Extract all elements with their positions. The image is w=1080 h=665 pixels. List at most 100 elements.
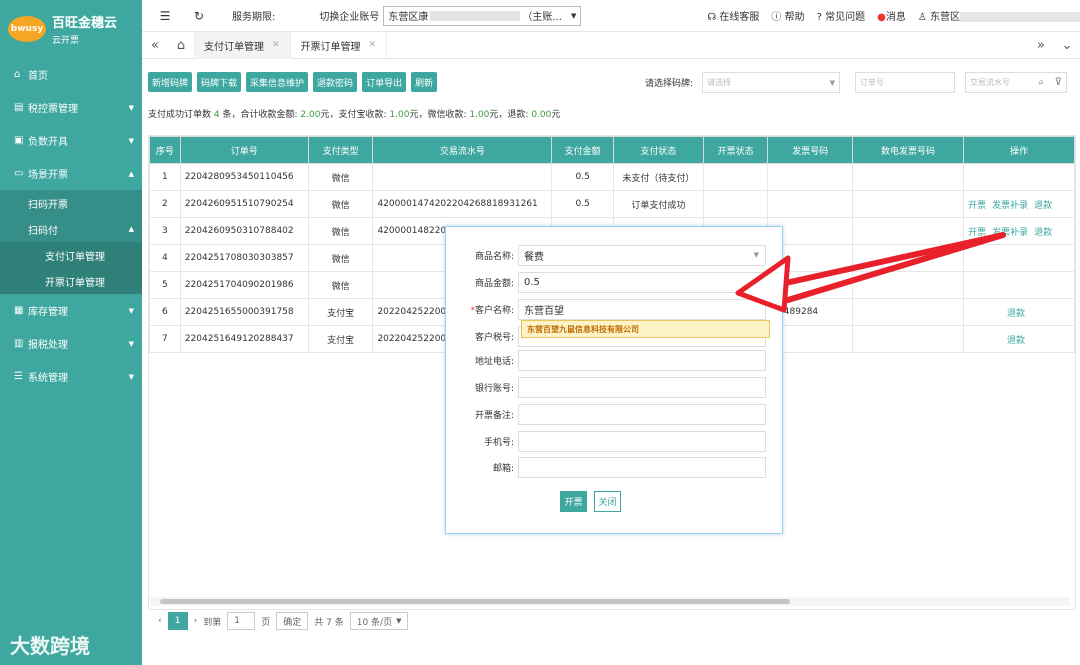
form-label: 客户税号: (446, 330, 518, 343)
form-label: 手机号: (446, 435, 518, 448)
sidebar-sub-scan-invoice[interactable]: 扫码开票 (0, 190, 142, 216)
serial-number-input[interactable]: 交易流水号 ⌕ ⊽ (965, 72, 1067, 93)
messages-label: 消息 (885, 12, 906, 23)
search-icon[interactable]: ⌕ (1038, 77, 1044, 88)
online-service-link[interactable]: ☊ 在线客服 (707, 8, 759, 23)
faq-label: 常见问题 (825, 12, 866, 23)
serial-number-placeholder: 交易流水号 (970, 78, 1010, 87)
ledger-icon: ▤ (14, 102, 24, 113)
page-input[interactable]: 1 (227, 612, 256, 630)
tabs-scroll-right-icon[interactable]: » (1028, 38, 1054, 53)
horizontal-scrollbar[interactable] (160, 599, 790, 604)
order-number-input[interactable]: 订单号 (855, 72, 955, 93)
logo: bwusy 百旺金穗云 云开票 (0, 0, 142, 58)
download-qr-button[interactable]: 码牌下载 (197, 72, 242, 92)
chevron-down-icon: ▼ (753, 251, 759, 259)
service-period-label: 服务期限: (232, 12, 276, 23)
redacted-text (430, 10, 521, 21)
sidebar-item-tax-ledger[interactable]: ▤ 税控票管理 ▼ (0, 91, 142, 124)
sidebar-sub-payment-orders[interactable]: 支付订单管理 (0, 242, 142, 268)
switch-account-label: 切换企业账号 (319, 12, 380, 23)
table-row[interactable]: 1 2204280953450110456 微信 0.5 未支付（待支付） (149, 163, 1075, 191)
row-action-link[interactable]: 退款 (1034, 201, 1052, 211)
page-size-select[interactable]: 10 条/页 ▼ (349, 612, 409, 630)
form-input[interactable] (518, 349, 766, 371)
form-input[interactable] (518, 376, 766, 398)
cell-serial (372, 163, 553, 191)
sidebar-sub-label: 扫码开票 (28, 199, 68, 211)
form-label: *客户名称: (446, 303, 518, 316)
sidebar-item-home[interactable]: ⌂ 首页 (0, 58, 142, 91)
form-row: 商品金额: 0.5 (446, 271, 784, 293)
close-icon[interactable]: ✕ (369, 40, 377, 50)
export-orders-button[interactable]: 订单导出 (362, 72, 407, 92)
form-input[interactable] (518, 456, 766, 478)
form-input[interactable] (518, 430, 766, 452)
sidebar-sub-invoice-orders[interactable]: 开票订单管理 (0, 268, 142, 294)
sidebar-item-negative-invoice[interactable]: ▣ 负数开具 ▼ (0, 124, 142, 157)
row-action-link[interactable]: 发票补录 (992, 228, 1028, 238)
filter-icon[interactable]: ⊽ (1055, 77, 1062, 88)
cell-digital-no (852, 271, 965, 299)
tab-invoice-orders[interactable]: 开票订单管理 ✕ (291, 31, 388, 59)
row-action-link[interactable]: 退款 (1034, 228, 1052, 238)
row-action-link[interactable]: 发票补录 (992, 201, 1028, 211)
account-select[interactable]: 东营区康 （主账... ▼ (383, 5, 582, 26)
form-row: 开票备注: (446, 403, 784, 425)
cell-no: 3 (149, 217, 181, 245)
row-action-link[interactable]: 开票 (968, 201, 986, 211)
help-link[interactable]: ⓘ 帮助 (771, 8, 804, 23)
qr-select[interactable]: 请选择 ▼ (702, 72, 840, 93)
form-input[interactable] (518, 403, 766, 425)
messages-link[interactable]: ●消息 (877, 8, 906, 23)
add-qr-button[interactable]: 新增码牌 (148, 72, 193, 92)
row-action-link[interactable]: 退款 (1007, 309, 1025, 319)
sidebar-item-system[interactable]: ☰ 系统管理 ▼ (0, 360, 142, 393)
close-icon[interactable]: ✕ (272, 40, 280, 50)
issue-invoice-button[interactable]: 开票 (560, 491, 587, 512)
app-title: 百旺金穗云 (52, 16, 118, 31)
sidebar-sub-scan-pay[interactable]: 扫码付 ▲ (0, 216, 142, 242)
tabs-menu-icon[interactable]: ⌄ (1054, 38, 1080, 53)
refresh-button[interactable]: 刷新 (411, 72, 438, 92)
faq-link[interactable]: ? 常见问题 (817, 8, 866, 23)
summary-wechat: 1.00 (469, 110, 490, 120)
product-name-select[interactable]: 餐费 ▼ (518, 244, 766, 266)
sidebar-item-scene-invoice[interactable]: ▭ 场景开票 ▲ (0, 157, 142, 190)
watermark: 大数跨境 (10, 630, 90, 659)
home-tab-icon[interactable]: ⌂ (168, 38, 194, 53)
close-dialog-button[interactable]: 关闭 (594, 491, 621, 512)
confirm-page-button[interactable]: 确定 (276, 612, 309, 630)
customer-name-suggestion[interactable]: 东营百望九鼠信息科技有限公司 (521, 320, 770, 338)
page-number-current[interactable]: 1 (167, 612, 188, 630)
form-label-text: 商品金额: (474, 278, 514, 289)
cell-digital-no (852, 190, 965, 218)
next-page-icon[interactable]: › (194, 616, 198, 626)
cell-type: 微信 (307, 163, 374, 191)
sidebar-item-tax-filing[interactable]: ▥ 报税处理 ▼ (0, 327, 142, 360)
cell-amount: 0.5 (551, 190, 614, 218)
chevron-down-icon: ▼ (128, 339, 134, 348)
row-action-link[interactable]: 退款 (1007, 336, 1025, 346)
refund-password-button[interactable]: 退款密码 (313, 72, 358, 92)
tabs-scroll-left-icon[interactable]: « (142, 38, 168, 53)
table-row[interactable]: 2 2204260951510790254 微信 420000147420220426… (149, 190, 1075, 218)
form-input[interactable]: 东营百望 (518, 298, 766, 320)
menu-fold-icon[interactable]: ☰ (154, 9, 176, 23)
form-input[interactable]: 0.5 (518, 271, 766, 293)
chevron-up-icon: ▲ (128, 169, 134, 178)
prev-page-icon[interactable]: ‹ (158, 616, 162, 626)
column-header: 序号 (149, 136, 181, 164)
user-menu[interactable]: ♙ 东营区 (918, 8, 1080, 23)
tab-payment-orders[interactable]: 支付订单管理 ✕ (194, 31, 291, 59)
summary-text: 条，合计收款金额: (222, 110, 298, 120)
cell-status: 订单支付成功 (612, 190, 704, 218)
sidebar-item-inventory[interactable]: ▦ 库存管理 ▼ (0, 294, 142, 327)
tab-label: 开票订单管理 (300, 41, 361, 53)
home-icon: ⌂ (14, 69, 21, 80)
cell-invoice-no (767, 190, 854, 218)
row-action-link[interactable]: 开票 (968, 228, 986, 238)
cell-no: 1 (149, 163, 181, 191)
refresh-icon[interactable]: ↻ (188, 9, 210, 23)
collect-info-button[interactable]: 采集信息维护 (246, 72, 309, 92)
